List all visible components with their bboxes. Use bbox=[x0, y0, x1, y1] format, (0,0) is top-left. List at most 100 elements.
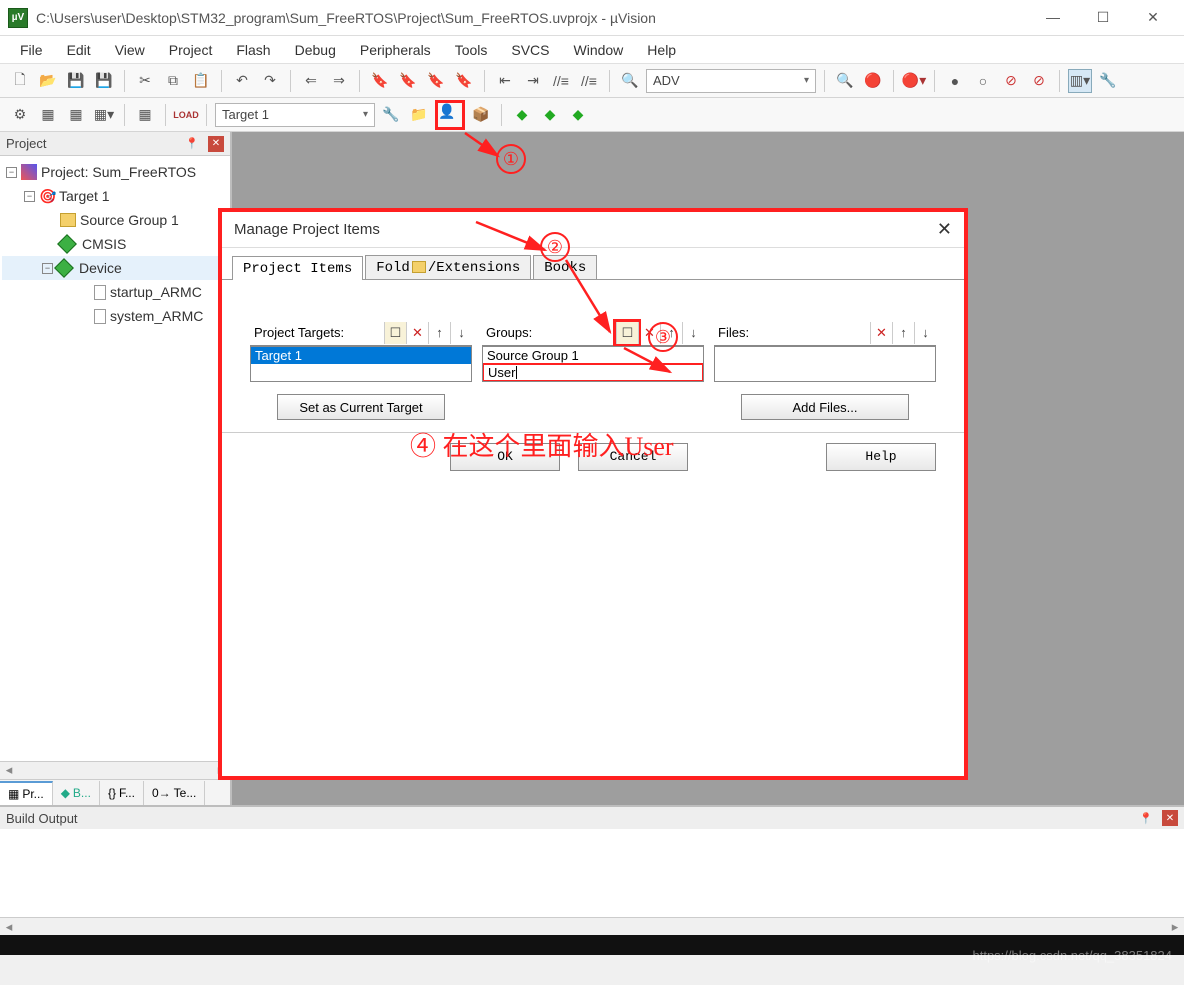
add-files-button[interactable]: Add Files... bbox=[741, 394, 909, 420]
download-icon[interactable]: LOAD bbox=[174, 103, 198, 127]
menu-project[interactable]: Project bbox=[159, 38, 223, 62]
stop-build-icon[interactable]: ▦ bbox=[133, 103, 157, 127]
scroll-left-icon[interactable]: ◂ bbox=[0, 762, 18, 779]
batch-build-icon[interactable]: ▦▾ bbox=[92, 103, 116, 127]
uncomment-icon[interactable]: //≡ bbox=[577, 69, 601, 93]
breakpoint-disable-icon[interactable]: ⊘ bbox=[999, 69, 1023, 93]
select-packs-icon[interactable]: 📦 bbox=[469, 103, 493, 127]
breakpoint-toggle-icon[interactable]: ● bbox=[943, 69, 967, 93]
new-target-button[interactable]: ☐ bbox=[384, 322, 406, 344]
cut-icon[interactable]: ✂ bbox=[133, 69, 157, 93]
comment-icon[interactable]: //≡ bbox=[549, 69, 573, 93]
set-as-current-target-button[interactable]: Set as Current Target bbox=[277, 394, 445, 420]
build-output-content[interactable] bbox=[0, 829, 1184, 917]
save-icon[interactable]: 💾 bbox=[64, 69, 88, 93]
move-file-down-button[interactable]: ↓ bbox=[914, 322, 936, 344]
collapse-icon[interactable]: − bbox=[42, 263, 53, 274]
help-button[interactable]: Help bbox=[826, 443, 936, 471]
menu-help[interactable]: Help bbox=[637, 38, 686, 62]
collapse-icon[interactable]: − bbox=[24, 191, 35, 202]
nav-forward-icon[interactable]: ⇒ bbox=[327, 69, 351, 93]
bookmark-clear-icon[interactable]: 🔖 bbox=[452, 69, 476, 93]
bookmark-prev-icon[interactable]: 🔖 bbox=[396, 69, 420, 93]
configure-icon[interactable]: 🔧 bbox=[1096, 69, 1120, 93]
menu-edit[interactable]: Edit bbox=[57, 38, 101, 62]
indent-left-icon[interactable]: ⇤ bbox=[493, 69, 517, 93]
menu-peripherals[interactable]: Peripherals bbox=[350, 38, 441, 62]
project-tree[interactable]: − Project: Sum_FreeRTOS − 🎯 Target 1 Sou… bbox=[0, 156, 230, 761]
menu-svcs[interactable]: SVCS bbox=[501, 38, 559, 62]
bookmark-next-icon[interactable]: 🔖 bbox=[424, 69, 448, 93]
tree-file-startup[interactable]: startup_ARMC bbox=[2, 280, 228, 304]
tab-project[interactable]: ▦ Pr... bbox=[0, 781, 53, 805]
menu-file[interactable]: File bbox=[10, 38, 53, 62]
move-group-down-button[interactable]: ↓ bbox=[682, 322, 704, 344]
list-item[interactable]: Target 1 bbox=[251, 347, 471, 364]
analyze-icon[interactable]: 🔴▾ bbox=[902, 69, 926, 93]
undo-icon[interactable]: ↶ bbox=[230, 69, 254, 93]
group-name-input[interactable]: User bbox=[482, 363, 704, 382]
find-combo[interactable]: ADV ▾ bbox=[646, 69, 816, 93]
menu-tools[interactable]: Tools bbox=[445, 38, 498, 62]
nav-back-icon[interactable]: ⇐ bbox=[299, 69, 323, 93]
tree-project-root[interactable]: − Project: Sum_FreeRTOS bbox=[2, 160, 228, 184]
tree-device[interactable]: − Device bbox=[2, 256, 228, 280]
collapse-icon[interactable]: − bbox=[6, 167, 17, 178]
new-file-icon[interactable]: 🗋 bbox=[8, 69, 32, 93]
tree-source-group[interactable]: Source Group 1 bbox=[2, 208, 228, 232]
targets-listbox[interactable]: Target 1 bbox=[250, 346, 472, 382]
copy-icon[interactable]: ⧉ bbox=[161, 69, 185, 93]
paste-icon[interactable]: 📋 bbox=[189, 69, 213, 93]
tree-target[interactable]: − 🎯 Target 1 bbox=[2, 184, 228, 208]
window-minimize-button[interactable]: — bbox=[1038, 9, 1068, 26]
redo-icon[interactable]: ↷ bbox=[258, 69, 282, 93]
debug-session-icon[interactable]: 🔍 bbox=[833, 69, 857, 93]
tab-folders-extensions[interactable]: Fold/Extensions bbox=[365, 255, 531, 279]
file-extensions-icon[interactable]: 📁 bbox=[407, 103, 431, 127]
pin-icon[interactable]: 📍 bbox=[1134, 812, 1158, 825]
scroll-left-icon[interactable]: ◂ bbox=[0, 918, 18, 935]
tree-cmsis[interactable]: CMSIS bbox=[2, 232, 228, 256]
move-target-down-button[interactable]: ↓ bbox=[450, 322, 472, 344]
files-listbox[interactable] bbox=[714, 346, 936, 382]
manage-rte-icon[interactable]: ◆ bbox=[538, 103, 562, 127]
menu-view[interactable]: View bbox=[105, 38, 155, 62]
menu-window[interactable]: Window bbox=[564, 38, 634, 62]
panel-close-button[interactable]: ✕ bbox=[1162, 810, 1178, 826]
dialog-close-button[interactable]: ✕ bbox=[937, 219, 952, 240]
target-options-icon[interactable]: 🔧 bbox=[379, 103, 403, 127]
tab-books[interactable]: ◆ B... bbox=[53, 781, 100, 805]
tree-file-system[interactable]: system_ARMC bbox=[2, 304, 228, 328]
groups-listbox[interactable]: Source Group 1 User bbox=[482, 346, 704, 382]
target-selector[interactable]: Target 1 ▾ bbox=[215, 103, 375, 127]
manage-project-items-button[interactable]: 👤 bbox=[435, 100, 465, 130]
tab-functions[interactable]: {} F... bbox=[100, 781, 144, 805]
breakpoint-insert-icon[interactable]: 🔴 bbox=[861, 69, 885, 93]
tab-templates[interactable]: 0→ Te... bbox=[144, 781, 205, 805]
menu-flash[interactable]: Flash bbox=[226, 38, 280, 62]
move-file-up-button[interactable]: ↑ bbox=[892, 322, 914, 344]
pack-installer-icon[interactable]: ◆ bbox=[510, 103, 534, 127]
rebuild-icon[interactable]: ▦ bbox=[64, 103, 88, 127]
move-target-up-button[interactable]: ↑ bbox=[428, 322, 450, 344]
translate-icon[interactable]: ⚙ bbox=[8, 103, 32, 127]
bookmark-icon[interactable]: 🔖 bbox=[368, 69, 392, 93]
window-maximize-button[interactable]: ☐ bbox=[1088, 9, 1118, 26]
indent-right-icon[interactable]: ⇥ bbox=[521, 69, 545, 93]
menu-debug[interactable]: Debug bbox=[285, 38, 346, 62]
breakpoint-enable-icon[interactable]: ○ bbox=[971, 69, 995, 93]
window-layout-icon[interactable]: ▥▾ bbox=[1068, 69, 1092, 93]
window-close-button[interactable]: ✕ bbox=[1138, 9, 1168, 26]
breakpoint-kill-icon[interactable]: ⊘ bbox=[1027, 69, 1051, 93]
build-icon[interactable]: ▦ bbox=[36, 103, 60, 127]
new-group-button[interactable]: ☐ bbox=[616, 322, 638, 344]
software-component-icon[interactable]: ◆ bbox=[566, 103, 590, 127]
find-in-files-icon[interactable]: 🔍 bbox=[618, 69, 642, 93]
delete-file-button[interactable]: ✕ bbox=[870, 322, 892, 344]
open-file-icon[interactable]: 📂 bbox=[36, 69, 60, 93]
tab-project-items[interactable]: Project Items bbox=[232, 256, 363, 280]
save-all-icon[interactable]: 💾 bbox=[92, 69, 116, 93]
scroll-right-icon[interactable]: ▸ bbox=[1166, 918, 1184, 935]
panel-close-button[interactable]: ✕ bbox=[208, 136, 224, 152]
pin-icon[interactable]: 📍 bbox=[180, 137, 204, 150]
